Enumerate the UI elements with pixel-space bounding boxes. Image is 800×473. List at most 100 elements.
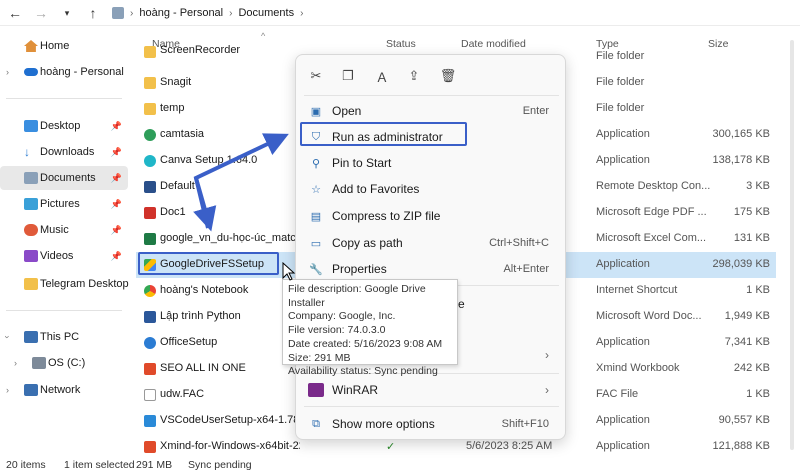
- pc-icon: [24, 331, 38, 343]
- chevron-right-icon: ›: [545, 348, 549, 362]
- open-icon: ▣: [310, 105, 322, 118]
- annotation-highlight-box: [138, 252, 279, 275]
- sidebar-item-os-c[interactable]: › OS (C:): [0, 351, 128, 375]
- sidebar-item-network[interactable]: › Network: [0, 378, 128, 402]
- folder-icon: [144, 77, 156, 89]
- mouse-cursor-icon: [282, 262, 296, 281]
- menu-item-add-to-favorites[interactable]: ☆ Add to Favorites: [304, 177, 559, 201]
- chevron-right-icon: ›: [229, 7, 233, 19]
- folder-icon: [144, 103, 156, 115]
- cloud-icon: [24, 68, 38, 76]
- drive-icon: [32, 357, 46, 369]
- menu-item-winrar[interactable]: WinRAR ›: [304, 378, 559, 402]
- rename-icon[interactable]: Ａ: [372, 67, 392, 85]
- pin-icon[interactable]: 📌: [111, 147, 122, 158]
- back-icon[interactable]: ←: [4, 3, 26, 23]
- music-icon: [24, 224, 38, 236]
- camtasia-icon: [144, 129, 156, 141]
- documents-icon: [24, 172, 38, 184]
- menu-item-open[interactable]: ▣ Open Enter: [304, 99, 559, 123]
- sidebar-item-telegram-desktop[interactable]: Telegram Desktop: [0, 272, 129, 296]
- annotation-highlight-box: [300, 122, 467, 146]
- file-icon: [144, 389, 156, 401]
- sidebar-item-documents[interactable]: Documents 📌: [0, 166, 128, 190]
- download-icon: ↓: [24, 145, 30, 159]
- star-icon: ☆: [311, 183, 321, 196]
- sidebar-item-pictures[interactable]: Pictures 📌: [0, 192, 128, 216]
- chevron-right-icon: ›: [300, 7, 304, 19]
- sync-ok-icon: ✓: [386, 441, 396, 453]
- sidebar-item-this-pc[interactable]: › This PC: [0, 325, 128, 349]
- canva-icon: [144, 155, 156, 167]
- pin-icon[interactable]: 📌: [111, 199, 122, 210]
- more-options-icon: ⧉: [312, 417, 320, 430]
- up-icon[interactable]: ↑: [82, 3, 104, 23]
- chevron-right-icon[interactable]: ›: [6, 385, 9, 395]
- copy-path-icon: ▭: [310, 237, 322, 250]
- pictures-icon: [24, 198, 38, 210]
- vscode-icon: [144, 415, 156, 427]
- menu-divider: [304, 406, 559, 407]
- chevron-down-icon[interactable]: ›: [3, 336, 13, 339]
- copy-icon[interactable]: ❐: [338, 67, 358, 85]
- divider: [6, 310, 122, 311]
- chrome-icon: [144, 285, 156, 297]
- chevron-right-icon[interactable]: ›: [14, 358, 17, 368]
- sort-up-icon: ^: [261, 31, 266, 41]
- winrar-icon: [308, 383, 324, 397]
- sidebar-item-home[interactable]: Home: [0, 34, 128, 58]
- pin-icon[interactable]: 📌: [111, 225, 122, 236]
- pc-icon: [112, 7, 124, 19]
- context-menu: ✂ ❐ Ａ ⇪ 🗑 ▣ Open Enter ⛉ Run as administ…: [295, 54, 566, 440]
- chevron-right-icon: ›: [6, 67, 9, 77]
- forward-icon[interactable]: →: [30, 3, 52, 23]
- top-bar: ← → ▾ ↑ › hoàng - Personal › Documents ›: [0, 0, 800, 26]
- vertical-scrollbar[interactable]: [790, 40, 794, 450]
- office-icon: [144, 337, 156, 349]
- menu-item-compress-zip[interactable]: ▤ Compress to ZIP file: [304, 204, 559, 228]
- wrench-icon: 🔧: [309, 263, 323, 276]
- sidebar-item-downloads[interactable]: ↓ Downloads 📌: [0, 140, 128, 164]
- chevron-right-icon: ›: [130, 7, 134, 19]
- divider: [6, 98, 122, 99]
- pin-icon[interactable]: 📌: [111, 173, 122, 184]
- share-icon[interactable]: ⇪: [404, 67, 424, 85]
- file-info-tooltip: File description: Google Drive Installer…: [282, 279, 458, 377]
- selection-size: 291 MB: [136, 459, 173, 471]
- zip-icon: ▤: [310, 210, 322, 223]
- menu-item-properties[interactable]: 🔧 Properties Alt+Enter: [304, 257, 559, 281]
- remote-desktop-icon: [144, 181, 156, 193]
- recent-chevron-icon[interactable]: ▾: [56, 3, 78, 23]
- xmind-icon: [144, 363, 156, 375]
- folder-icon: [144, 46, 156, 58]
- delete-icon[interactable]: 🗑: [438, 67, 458, 85]
- selection-count: 1 item selected: [64, 459, 135, 471]
- folder-icon: [24, 278, 38, 290]
- status-bar: 20 items 1 item selected 291 MB Sync pen…: [0, 456, 800, 473]
- breadcrumb-documents[interactable]: Documents: [238, 7, 294, 19]
- sidebar-item-videos[interactable]: Videos 📌: [0, 244, 128, 268]
- menu-item-show-more-options[interactable]: ⧉ Show more options Shift+F10: [304, 412, 559, 436]
- sidebar-item-onedrive[interactable]: › hoàng - Personal: [0, 60, 128, 84]
- breadcrumb-personal[interactable]: hoàng - Personal: [139, 7, 223, 19]
- excel-icon: [144, 233, 156, 245]
- menu-item-pin-to-start[interactable]: ⚲ Pin to Start: [304, 151, 559, 175]
- word-icon: [144, 311, 156, 323]
- cut-icon[interactable]: ✂: [306, 67, 326, 85]
- xmind-icon: [144, 441, 156, 453]
- pin-icon[interactable]: 📌: [111, 251, 122, 262]
- pin-icon: ⚲: [311, 157, 321, 170]
- item-count: 20 items: [6, 459, 46, 471]
- home-icon: [24, 40, 38, 52]
- menu-item-copy-as-path[interactable]: ▭ Copy as path Ctrl+Shift+C: [304, 231, 559, 255]
- pdf-icon: [144, 207, 156, 219]
- sidebar-item-desktop[interactable]: Desktop 📌: [0, 114, 128, 138]
- pin-icon[interactable]: 📌: [111, 121, 122, 132]
- menu-divider: [304, 95, 559, 96]
- videos-icon: [24, 250, 38, 262]
- sync-status: Sync pending: [188, 459, 252, 471]
- chevron-right-icon: ›: [545, 383, 549, 397]
- network-icon: [24, 384, 38, 396]
- sidebar-item-music[interactable]: Music 📌: [0, 218, 128, 242]
- address-bar[interactable]: › hoàng - Personal › Documents ›: [112, 3, 800, 23]
